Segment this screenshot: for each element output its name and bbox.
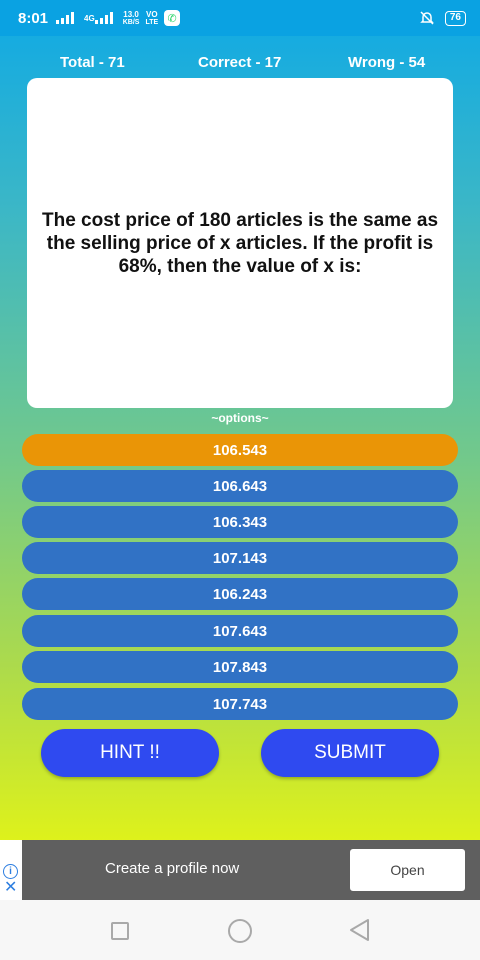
signal-icon xyxy=(56,12,75,24)
submit-button[interactable]: SUBMIT xyxy=(261,729,439,777)
option-7[interactable]: 107.843 xyxy=(22,651,458,683)
info-icon[interactable]: i xyxy=(3,864,18,879)
option-5[interactable]: 106.243 xyxy=(22,578,458,610)
status-bar: 8:01 4G 13.0 KB/S VO LTE ✆ 76 xyxy=(0,0,480,36)
ad-open-button[interactable]: Open xyxy=(350,849,465,891)
question-text: The cost price of 180 articles is the sa… xyxy=(41,209,439,277)
wrong-count: Wrong - 54 xyxy=(348,54,426,71)
correct-count: Correct - 17 xyxy=(198,54,282,71)
recents-icon[interactable] xyxy=(111,922,129,940)
network-type: 4G xyxy=(84,13,95,23)
options-label: ~options~ xyxy=(211,411,269,425)
back-icon[interactable] xyxy=(348,918,370,942)
network-speed-unit: KB/S xyxy=(122,18,140,26)
whatsapp-icon: ✆ xyxy=(164,10,181,26)
battery-icon: 76 xyxy=(444,10,466,26)
status-right: 76 xyxy=(419,10,466,26)
ad-text: Create a profile now xyxy=(105,860,240,877)
quiz-screen: 8:01 4G 13.0 KB/S VO LTE ✆ 76 Total - 71… xyxy=(0,0,480,960)
score-row: Total - 71 Correct - 17 Wrong - 54 xyxy=(0,50,480,76)
option-3[interactable]: 106.343 xyxy=(22,506,458,538)
signal-icon-2 xyxy=(94,12,113,24)
ad-choices: i ✕ xyxy=(0,840,22,900)
total-count: Total - 71 xyxy=(60,54,125,71)
status-time: 8:01 xyxy=(18,9,49,27)
hint-button[interactable]: HINT !! xyxy=(41,729,219,777)
network-speed: 13.0 KB/S xyxy=(122,9,140,26)
close-icon[interactable]: ✕ xyxy=(4,880,17,896)
option-6[interactable]: 107.643 xyxy=(22,615,458,647)
volte-top: VO xyxy=(146,9,158,19)
volte-bottom: LTE xyxy=(145,18,159,26)
option-8[interactable]: 107.743 xyxy=(22,688,458,720)
mute-icon xyxy=(420,11,434,25)
network-speed-value: 13.0 xyxy=(123,9,139,19)
option-2[interactable]: 106.643 xyxy=(22,470,458,502)
volte-indicator: VO LTE xyxy=(145,9,159,26)
option-4[interactable]: 107.143 xyxy=(22,542,458,574)
ad-banner[interactable]: i ✕ Create a profile now Open xyxy=(0,840,480,900)
option-1[interactable]: 106.543 xyxy=(22,434,458,466)
navigation-bar xyxy=(0,900,480,960)
home-icon[interactable] xyxy=(228,919,252,943)
question-card: The cost price of 180 articles is the sa… xyxy=(27,78,453,408)
